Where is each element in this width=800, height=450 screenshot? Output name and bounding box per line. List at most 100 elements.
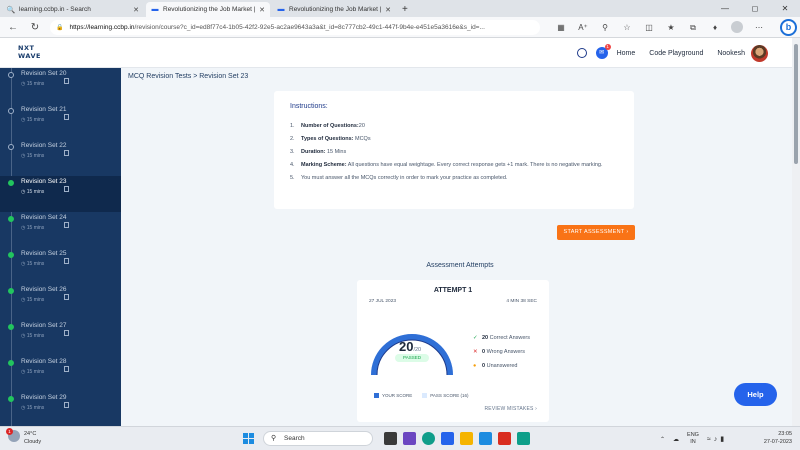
sidebar-item[interactable]: Revision Set 24 ◷ 15 mins — [0, 212, 121, 248]
browser-tab-third[interactable]: ▬ Revolutionizing the Job Market | ✕ — [272, 2, 396, 17]
sidebar-item-label: Revision Set 27 — [21, 322, 67, 329]
bing-copilot-icon[interactable]: b — [780, 19, 797, 36]
close-tab-icon[interactable]: ✕ — [259, 6, 265, 14]
teams-icon[interactable] — [403, 432, 416, 445]
favorite-star-icon[interactable]: ☆ — [616, 20, 638, 35]
sidebar-item-label: Revision Set 22 — [21, 142, 67, 149]
language-indicator[interactable]: ENG IN — [687, 432, 699, 446]
chat-icon[interactable]: ✉ 1 — [595, 44, 611, 59]
status-dot-icon — [8, 288, 14, 294]
reload-icon[interactable]: ↻ — [26, 22, 44, 33]
zoom-icon[interactable]: ⚲ — [594, 20, 616, 35]
instructions-card: Instructions: 1. Number of Questions:20 2… — [274, 91, 634, 209]
start-assessment-label: START ASSESSMENT — [563, 229, 625, 235]
read-aloud-icon[interactable]: A⁺ — [572, 20, 594, 35]
language-line-1: ENG — [687, 432, 699, 438]
header-nav: ✉ 1 Home Code Playground Nookesh — [576, 38, 768, 68]
split-screen-icon[interactable]: ◫ — [638, 20, 660, 35]
sidebar-item[interactable]: Revision Set 29 ◷ 15 mins — [0, 392, 121, 426]
new-tab-icon[interactable]: + — [402, 2, 408, 17]
url-field[interactable]: 🔒 https://learning.ccbp.in/revision/cour… — [50, 20, 540, 35]
correct-stat: ✓ 20 Correct Answers — [473, 331, 530, 345]
tab-title: learning.ccbp.in - Search — [19, 6, 91, 13]
sidebar-item[interactable]: Revision Set 27 ◷ 15 mins — [0, 320, 121, 356]
streak-icon[interactable] — [576, 48, 587, 58]
user-name[interactable]: Nookesh — [717, 50, 745, 57]
nxtwave-favicon-icon: ▬ — [151, 6, 159, 13]
weather-temp: 24°C — [24, 431, 37, 437]
sidebar-item[interactable]: Revision Set 26 ◷ 15 mins — [0, 284, 121, 320]
profile-avatar-icon[interactable] — [731, 21, 743, 33]
attempt-stats: ✓ 20 Correct Answers ✕ 0 Wrong Answers ● 0 … — [473, 331, 530, 373]
sidebar-item-label: Revision Set 29 — [21, 394, 67, 401]
taskbar-apps — [384, 432, 536, 445]
sidebar-item-duration: ◷ 15 mins — [21, 261, 45, 267]
store-icon[interactable] — [441, 432, 454, 445]
document-icon — [64, 214, 69, 232]
sidebar-item[interactable]: Revision Set 22 ◷ 15 mins — [0, 140, 121, 176]
maximize-icon[interactable]: ◻ — [740, 0, 770, 17]
status-dot-icon — [8, 72, 14, 78]
document-icon — [64, 286, 69, 304]
sidebar-item[interactable]: Revision Set 20 ◷ 15 mins — [0, 68, 121, 104]
sidebar-item-duration: ◷ 15 mins — [21, 333, 45, 339]
sidebar: Revision Set 20 ◷ 15 mins Revision Set 21 ◷… — [0, 68, 121, 426]
start-assessment-button[interactable]: START ASSESSMENT › — [557, 225, 635, 240]
weather-widget[interactable]: 1 24°C Cloudy — [6, 428, 41, 446]
wifi-volume-battery-icons[interactable]: ≈♪▮ — [707, 435, 727, 443]
help-button[interactable]: Help — [734, 383, 777, 406]
main-content: MCQ Revision Tests > Revision Set 23 Ins… — [121, 68, 792, 426]
logo-line-1: NXT — [18, 44, 35, 52]
nav-code-playground-link[interactable]: Code Playground — [649, 50, 703, 57]
attempt-card: ATTEMPT 1 27 JUL 2023 4 MIN 38 SEC 20/20… — [357, 280, 549, 422]
sidebar-item-label: Revision Set 28 — [21, 358, 67, 365]
collections-icon[interactable]: ⧉ — [682, 20, 704, 35]
app-header: NXT WAVE ✉ 1 Home Code Playground Nookesh — [0, 38, 792, 68]
sidebar-item-duration: ◷ 15 mins — [21, 225, 45, 231]
address-bar-row: ← ↻ 🔒 https://learning.ccbp.in/revision/… — [0, 17, 800, 38]
sidebar-item[interactable]: Revision Set 23 ◷ 15 mins — [0, 176, 121, 212]
sidebar-item-label: Revision Set 23 — [21, 178, 67, 185]
url-path: /revision/course?c_id=ed8f77c4-1b05-42f2… — [134, 24, 485, 31]
sidebar-item-label: Revision Set 20 — [21, 70, 67, 77]
close-window-icon[interactable]: ✕ — [770, 0, 800, 17]
chevron-up-icon[interactable]: ⌃ — [660, 436, 665, 443]
attempt-duration: 4 MIN 38 SEC — [506, 299, 537, 304]
task-view-icon[interactable] — [384, 432, 397, 445]
cloud-icon[interactable]: ☁ — [673, 436, 679, 443]
your-score-label: YOUR SCORE — [382, 393, 413, 398]
close-tab-icon[interactable]: ✕ — [133, 6, 139, 14]
review-mistakes-link[interactable]: REVIEW MISTAKES › — [485, 406, 538, 412]
edge-browser-icon[interactable] — [422, 432, 435, 445]
page-scrollbar[interactable] — [792, 38, 800, 426]
extensions-icon[interactable]: ♦ — [704, 20, 726, 35]
tab-title: Revolutionizing the Job Market | — [163, 6, 256, 13]
more-menu-icon[interactable]: ⋯ — [748, 20, 770, 35]
scrollbar-thumb[interactable] — [794, 44, 798, 164]
mcafee-icon[interactable] — [498, 432, 511, 445]
back-arrow-icon[interactable]: ← — [4, 22, 22, 33]
user-avatar[interactable] — [751, 44, 768, 62]
sidebar-item[interactable]: Revision Set 28 ◷ 15 mins — [0, 356, 121, 392]
windows-start-icon[interactable] — [243, 433, 254, 444]
nav-home-link[interactable]: Home — [617, 50, 636, 57]
file-explorer-icon[interactable] — [460, 432, 473, 445]
document-icon — [64, 106, 69, 124]
browser-toolbar-icons: ▦ A⁺ ⚲ ☆ ◫ ★ ⧉ ♦ ⋯ — [550, 20, 770, 35]
sidebar-item[interactable]: Revision Set 21 ◷ 15 mins — [0, 104, 121, 140]
taskbar-search[interactable]: ⚲ Search — [263, 431, 373, 446]
taskbar-clock[interactable]: 23:05 27-07-2023 — [764, 430, 792, 446]
minimize-icon[interactable]: — — [710, 0, 740, 17]
attempt-title: ATTEMPT 1 — [433, 287, 473, 294]
nxtwave-logo[interactable]: NXT WAVE — [18, 44, 41, 60]
app-available-icon[interactable]: ▦ — [550, 20, 572, 35]
app-icon[interactable] — [517, 432, 530, 445]
browser-tab-search[interactable]: 🔍 learning.ccbp.in - Search ✕ — [2, 2, 144, 17]
sidebar-item-duration: ◷ 15 mins — [21, 405, 45, 411]
browser-tab-active[interactable]: ▬ Revolutionizing the Job Market | ✕ — [146, 2, 270, 17]
browser-tab-bar: 🔍 learning.ccbp.in - Search ✕ ▬ Revoluti… — [0, 0, 800, 17]
sidebar-item[interactable]: Revision Set 25 ◷ 15 mins — [0, 248, 121, 284]
learn-app-icon[interactable] — [479, 432, 492, 445]
close-tab-icon[interactable]: ✕ — [385, 6, 391, 14]
favorites-icon[interactable]: ★ — [660, 20, 682, 35]
